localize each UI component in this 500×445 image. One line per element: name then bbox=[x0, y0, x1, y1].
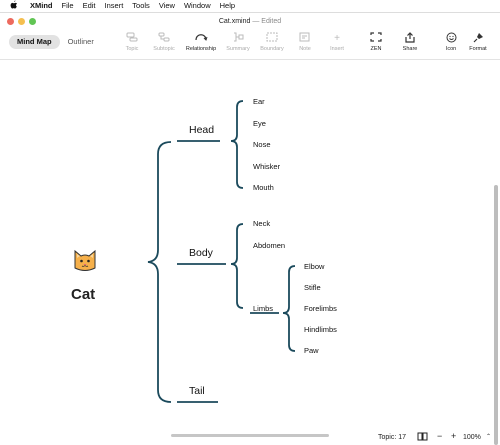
tab-outliner[interactable]: Outliner bbox=[60, 35, 102, 49]
topic-limbs[interactable]: Limbs bbox=[253, 304, 273, 313]
topic-body[interactable]: Body bbox=[189, 247, 213, 259]
menu-bar: XMind File Edit Insert Tools View Window… bbox=[0, 0, 500, 11]
topic-stifle[interactable]: Stifle bbox=[304, 283, 321, 292]
topic-neck[interactable]: Neck bbox=[253, 219, 270, 228]
menu-tools[interactable]: Tools bbox=[132, 1, 150, 10]
format-button[interactable]: Format bbox=[456, 32, 500, 52]
zoom-out-button[interactable]: − bbox=[437, 431, 442, 441]
menu-help[interactable]: Help bbox=[220, 1, 235, 10]
status-bar: Topic: 17 − + 100% ⌃ bbox=[0, 431, 500, 445]
insert-button[interactable]: + Insert bbox=[315, 32, 359, 52]
cat-face-icon bbox=[72, 248, 98, 277]
chevron-updown-icon[interactable]: ⌃ bbox=[486, 433, 491, 440]
format-label: Format bbox=[469, 46, 487, 52]
menu-edit[interactable]: Edit bbox=[83, 1, 96, 10]
menu-view[interactable]: View bbox=[159, 1, 175, 10]
topic-elbow[interactable]: Elbow bbox=[304, 262, 324, 271]
zoom-level[interactable]: 100% bbox=[463, 434, 481, 441]
window-title: Cat.xmind — Edited bbox=[0, 18, 500, 25]
topic-ear[interactable]: Ear bbox=[253, 97, 265, 106]
zen-label: ZEN bbox=[370, 46, 382, 52]
menu-file[interactable]: File bbox=[62, 1, 74, 10]
topic-tail[interactable]: Tail bbox=[189, 385, 205, 397]
topic-whisker[interactable]: Whisker bbox=[253, 162, 280, 171]
share-icon bbox=[388, 32, 432, 46]
book-icon[interactable] bbox=[417, 432, 428, 443]
root-topic[interactable]: Cat bbox=[71, 286, 95, 303]
topic-paw[interactable]: Paw bbox=[304, 346, 319, 355]
topic-mouth[interactable]: Mouth bbox=[253, 183, 274, 192]
zoom-in-button[interactable]: + bbox=[451, 431, 456, 441]
connector-lines bbox=[147, 100, 296, 403]
topic-nose[interactable]: Nose bbox=[253, 140, 271, 149]
topic-eye[interactable]: Eye bbox=[253, 119, 266, 128]
share-button[interactable]: Share bbox=[388, 32, 432, 52]
menu-window[interactable]: Window bbox=[184, 1, 211, 10]
toolbar: Mind Map Outliner Topic Subtopic Relatio… bbox=[0, 29, 500, 60]
title-bar: Cat.xmind — Edited bbox=[0, 13, 500, 29]
summary-label: Summary bbox=[226, 46, 250, 52]
topic-forelimbs[interactable]: Forelimbs bbox=[304, 304, 337, 313]
insert-label: Insert bbox=[330, 46, 344, 52]
boundary-label: Boundary bbox=[260, 46, 284, 52]
topic-head[interactable]: Head bbox=[189, 124, 214, 136]
relationship-label: Relationship bbox=[185, 46, 217, 52]
menu-insert[interactable]: Insert bbox=[105, 1, 124, 10]
document-name: Cat.xmind bbox=[218, 18, 251, 25]
topic-label: Topic bbox=[125, 46, 139, 52]
mind-map-canvas[interactable]: Cat Head Body Tail Ear Eye Nose Whisker … bbox=[0, 60, 500, 434]
vertical-scrollbar[interactable] bbox=[494, 185, 498, 445]
edited-indicator: — Edited bbox=[252, 18, 282, 25]
format-icon bbox=[456, 32, 500, 46]
topic-count: Topic: 17 bbox=[378, 434, 407, 441]
horizontal-scrollbar[interactable] bbox=[171, 434, 329, 437]
apple-icon[interactable] bbox=[9, 0, 18, 11]
menu-app-name[interactable]: XMind bbox=[30, 1, 53, 10]
subtopic-label: Subtopic bbox=[153, 46, 175, 52]
topic-abdomen[interactable]: Abdomen bbox=[253, 241, 285, 250]
plus-icon: + bbox=[334, 33, 340, 44]
topic-hindlimbs[interactable]: Hindlimbs bbox=[304, 325, 337, 334]
note-label: Note bbox=[299, 46, 311, 52]
view-switcher: Mind Map Outliner bbox=[9, 35, 102, 49]
icon-label: Icon bbox=[445, 46, 457, 52]
app-window: Cat.xmind — Edited Mind Map Outliner Top… bbox=[0, 12, 500, 445]
share-label: Share bbox=[402, 46, 418, 52]
tab-mind-map[interactable]: Mind Map bbox=[9, 35, 60, 49]
